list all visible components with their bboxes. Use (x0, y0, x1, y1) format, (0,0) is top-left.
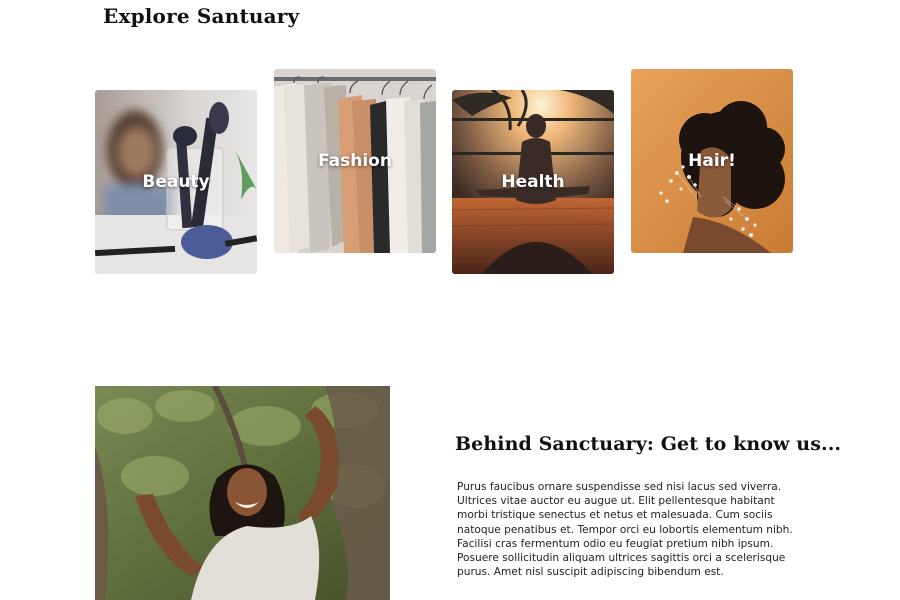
category-card-health[interactable]: Health (452, 90, 614, 274)
explore-title: Explore Santuary (103, 4, 300, 28)
about-body-text: Purus faucibus ornare suspendisse sed ni… (457, 481, 793, 579)
category-label-health: Health (501, 172, 565, 192)
smiling-person-in-tree-photo (95, 386, 390, 600)
category-card-hair[interactable]: Hair! (631, 69, 793, 253)
about-title: Behind Sanctuary: Get to know us... (455, 433, 842, 455)
category-card-beauty[interactable]: Beauty (95, 90, 257, 274)
category-card-fashion[interactable]: Fashion (274, 69, 436, 253)
category-label-beauty: Beauty (142, 172, 210, 192)
category-label-fashion: Fashion (318, 151, 392, 171)
category-label-hair: Hair! (688, 151, 736, 171)
